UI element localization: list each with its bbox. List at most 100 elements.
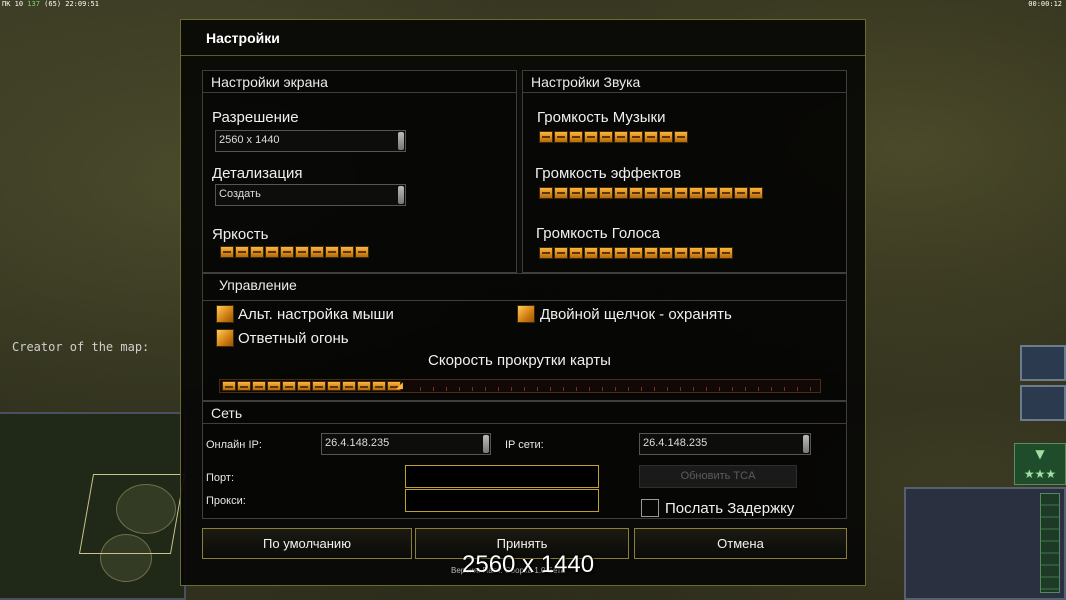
slider-segment: [325, 246, 339, 258]
slider-segment: [539, 247, 553, 259]
music-volume-slider[interactable]: [539, 131, 688, 145]
slider-segment: [674, 131, 688, 143]
dialog-title: Настройки: [206, 30, 280, 46]
proxy-input[interactable]: [405, 489, 599, 512]
detail-select[interactable]: Создать: [215, 184, 406, 206]
slider-segment: [267, 381, 281, 391]
alt-mouse-checkbox[interactable]: [216, 305, 234, 323]
slider-segment: [629, 131, 643, 143]
defaults-button[interactable]: По умолчанию: [202, 528, 412, 559]
slider-segment: [689, 247, 703, 259]
slider-segment: [629, 187, 643, 199]
slider-segment: [584, 247, 598, 259]
return-fire-checkbox[interactable]: [216, 329, 234, 347]
slider-segment: [295, 246, 309, 258]
effects-volume-label: Громкость эффектов: [535, 165, 682, 182]
command-panel: [904, 487, 1066, 600]
scroll-speed-slider[interactable]: ◢: [219, 379, 821, 393]
send-delay-checkbox[interactable]: [641, 499, 659, 517]
unit-side-panel: [1014, 345, 1066, 425]
slider-segment: [659, 187, 673, 199]
slider-segment: [372, 381, 386, 391]
rank-insignia-button[interactable]: [1020, 385, 1066, 421]
settings-dialog: Настройки Настройки экрана Разрешение 25…: [180, 19, 866, 586]
slider-segment: [644, 187, 658, 199]
scroll-knob-icon[interactable]: [803, 435, 809, 453]
alt-mouse-label[interactable]: Альт. настройка мыши: [238, 306, 394, 323]
network-section: Сеть Онлайн IP: 26.4.148.235 IP сети: 26…: [202, 401, 847, 519]
slider-segment: [327, 381, 341, 391]
slider-segment: [629, 247, 643, 259]
slider-segment: [554, 131, 568, 143]
slider-segment: [674, 187, 688, 199]
map-creator-label: Creator of the map:: [12, 340, 150, 354]
minimap[interactable]: [0, 412, 186, 600]
screen-settings-section: Настройки экрана Разрешение 2560 x 1440 …: [202, 70, 517, 273]
slider-segment: [614, 187, 628, 199]
port-label: Порт:: [206, 472, 234, 484]
detail-label: Детализация: [212, 165, 303, 182]
resolution-select[interactable]: 2560 x 1440: [215, 130, 406, 152]
lan-ip-select[interactable]: 26.4.148.235: [639, 433, 811, 455]
slider-segment: [235, 246, 249, 258]
double-click-label[interactable]: Двойной щелчок - охранять: [540, 306, 732, 323]
rank-control[interactable]: ▼ ★★★: [1014, 443, 1066, 485]
online-ip-label: Онлайн IP:: [206, 439, 262, 451]
lan-ip-value: 26.4.148.235: [643, 437, 708, 449]
slider-segment: [734, 187, 748, 199]
slider-segment: [312, 381, 326, 391]
slider-segment: [614, 131, 628, 143]
slider-segment: [310, 246, 324, 258]
effects-volume-slider[interactable]: [539, 187, 763, 201]
chevron-down-icon[interactable]: ▼: [1035, 447, 1044, 461]
sound-settings-header: Настройки Звука: [523, 71, 846, 93]
cancel-button[interactable]: Отмена: [634, 528, 847, 559]
slider-segment: [252, 381, 266, 391]
slider-segment: [222, 381, 236, 391]
slider-segment: [719, 247, 733, 259]
port-input[interactable]: [405, 465, 599, 488]
scroll-speed-label: Скорость прокрутки карты: [428, 352, 611, 369]
send-delay-label[interactable]: Послать Задержку: [665, 500, 794, 517]
slider-segment: [342, 381, 356, 391]
slider-segment: [539, 187, 553, 199]
online-ip-select[interactable]: 26.4.148.235: [321, 433, 491, 455]
scroll-knob-icon[interactable]: [398, 186, 404, 204]
minimap-zone: [116, 484, 176, 534]
hud-status-left: ПК 10 137 (65) 22:09:51: [2, 0, 99, 8]
brightness-slider[interactable]: [220, 246, 369, 260]
sound-settings-section: Настройки Звука Громкость Музыки Громкос…: [522, 70, 847, 273]
update-tca-button[interactable]: Обновить TCA: [639, 465, 797, 488]
resolution-value: 2560 x 1440: [219, 134, 280, 146]
slider-segment: [569, 187, 583, 199]
slider-thumb-icon[interactable]: ◢: [396, 381, 406, 391]
slider-segment: [539, 131, 553, 143]
slider-segment: [614, 247, 628, 259]
stars-icon: ★★★: [1023, 467, 1057, 481]
slider-segment: [644, 131, 658, 143]
slider-segment: [340, 246, 354, 258]
command-grid[interactable]: [1040, 493, 1060, 593]
slider-segment: [237, 381, 251, 391]
control-section: Управление Альт. настройка мыши Двойной …: [202, 273, 847, 401]
scroll-knob-icon[interactable]: [483, 435, 489, 453]
hud-game-timer: 00:00:12: [1028, 0, 1062, 8]
slider-segment: [599, 187, 613, 199]
slider-segment: [644, 247, 658, 259]
slider-segment: [584, 187, 598, 199]
slider-segment: [569, 247, 583, 259]
slider-segment: [659, 247, 673, 259]
brightness-label: Яркость: [212, 226, 269, 243]
scroll-knob-icon[interactable]: [398, 132, 404, 150]
slider-segment: [554, 247, 568, 259]
slider-segment: [282, 381, 296, 391]
screen-settings-header: Настройки экрана: [203, 71, 516, 93]
slider-segment: [280, 246, 294, 258]
scroll-speed-fill: [222, 381, 401, 391]
voice-volume-slider[interactable]: [539, 247, 733, 261]
music-volume-label: Громкость Музыки: [537, 109, 666, 126]
unit-portrait-button[interactable]: [1020, 345, 1066, 381]
double-click-checkbox[interactable]: [517, 305, 535, 323]
slider-segment: [584, 131, 598, 143]
return-fire-label[interactable]: Ответный огонь: [238, 330, 349, 347]
